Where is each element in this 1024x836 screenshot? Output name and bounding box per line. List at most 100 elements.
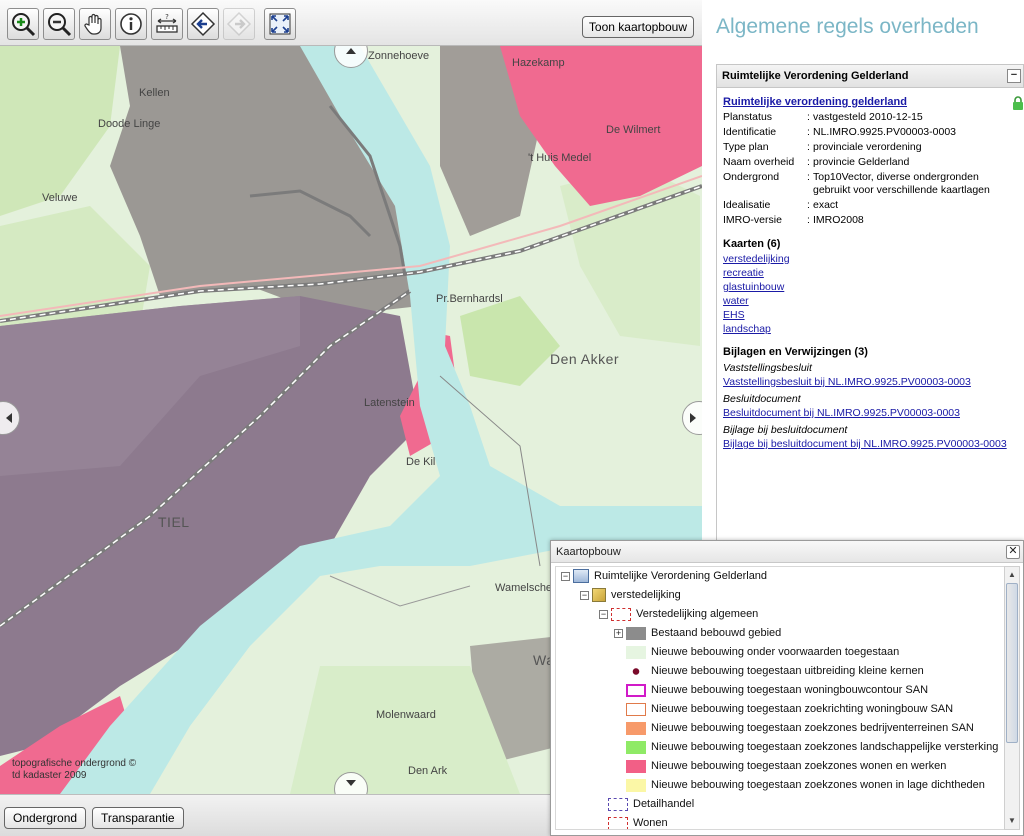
- layer-tree-item[interactable]: Detailhandel: [608, 795, 694, 813]
- layer-tree-item[interactable]: − verstedelijking: [580, 586, 681, 604]
- map-toolbar: ? Toon kaartopbouw: [0, 0, 702, 46]
- kaartopbouw-panel: Kaartopbouw ✕ − Ruimtelijke Verordening G…: [550, 540, 1024, 836]
- metadata-key: Idealisatie: [723, 199, 771, 211]
- metadata-row: Ondergrond: Top10Vector, diverse ondergro…: [723, 170, 1018, 198]
- layer-tree-item[interactable]: − Verstedelijking algemeen: [599, 605, 758, 623]
- bijlage-link[interactable]: Bijlage bij besluitdocument bij NL.IMRO.…: [723, 437, 1018, 451]
- transparantie-button[interactable]: Transparantie: [92, 807, 184, 829]
- previous-extent-button[interactable]: [187, 8, 219, 40]
- info-button[interactable]: [115, 8, 147, 40]
- legend-swatch: [608, 797, 628, 811]
- pan-hand-icon: [84, 13, 102, 35]
- metadata-key: Planstatus: [723, 111, 773, 123]
- layer-label: Nieuwe bebouwing toegestaan uitbreiding …: [651, 665, 924, 677]
- place-label: De Kil: [406, 456, 436, 468]
- scroll-up-icon[interactable]: ▲: [1006, 568, 1018, 582]
- full-extent-button[interactable]: [264, 8, 296, 40]
- layer-tree-item[interactable]: Nieuwe bebouwing toegestaan zoekrichting…: [626, 700, 953, 718]
- layer-tree-item[interactable]: − Ruimtelijke Verordening Gelderland: [561, 567, 767, 585]
- legend-swatch: [626, 664, 646, 678]
- layer-tree-item[interactable]: Nieuwe bebouwing onder voorwaarden toege…: [626, 643, 899, 661]
- metadata-key: Naam overheid: [723, 156, 795, 168]
- layer-tree-item[interactable]: + Bestaand bebouwd gebied: [614, 624, 781, 642]
- zoom-in-button[interactable]: [7, 8, 39, 40]
- layer-label: verstedelijking: [611, 589, 681, 601]
- layer-tree-item[interactable]: Nieuwe bebouwing toegestaan zoekzones be…: [626, 719, 974, 737]
- pan-button[interactable]: [79, 8, 111, 40]
- layer-label: Nieuwe bebouwing toegestaan zoekrichting…: [651, 703, 954, 715]
- kaart-link[interactable]: EHS: [723, 308, 1018, 322]
- kaart-link[interactable]: verstedelijking: [723, 252, 1018, 266]
- plan-panel-body: Ruimtelijke verordening gelderland Plans…: [716, 88, 1024, 548]
- legend-swatch: [626, 778, 646, 792]
- layer-tree-item[interactable]: Wonen: [608, 814, 668, 829]
- arrow-up-icon: [346, 48, 356, 54]
- close-button[interactable]: ✕: [1006, 545, 1020, 559]
- zoom-out-icon: [48, 13, 72, 37]
- place-label: Veluwe: [42, 192, 78, 204]
- layer-label: Nieuwe bebouwing toegestaan zoekzones wo…: [651, 779, 985, 791]
- metadata-key: Identificatie: [723, 126, 777, 138]
- place-label: Den Ark: [408, 765, 448, 777]
- kaart-link[interactable]: landschap: [723, 322, 1018, 336]
- place-label: Wamelsche: [495, 582, 553, 594]
- bijlage-type-label: Vaststellingsbesluit: [723, 362, 812, 374]
- lock-icon: [1013, 96, 1023, 110]
- plan-metadata-table: Planstatus: vastgesteld 2010-12-15 Identif…: [723, 110, 1018, 228]
- legend-swatch: [626, 759, 646, 773]
- plan-layer-icon: [573, 569, 589, 583]
- plan-panel-title: Ruimtelijke Verordening Gelderland: [722, 70, 909, 82]
- layer-tree-item[interactable]: Nieuwe bebouwing toegestaan uitbreiding …: [626, 662, 924, 680]
- layer-label: Ruimtelijke Verordening Gelderland: [594, 570, 768, 582]
- next-extent-button[interactable]: [223, 8, 255, 40]
- metadata-value: IMRO2008: [813, 214, 864, 226]
- collapse-icon[interactable]: −: [599, 609, 608, 619]
- zoom-out-button[interactable]: [43, 8, 75, 40]
- collapse-icon[interactable]: −: [561, 571, 570, 581]
- arrow-right-icon: [690, 413, 696, 423]
- kaart-link[interactable]: glastuinbouw: [723, 280, 1018, 294]
- zoom-in-icon: [12, 13, 36, 37]
- kaartopbouw-header: Kaartopbouw ✕: [551, 541, 1023, 563]
- kaarten-list: verstedelijking recreatie glastuinbouw wate…: [723, 252, 1018, 336]
- toon-kaartopbouw-button[interactable]: Toon kaartopbouw: [581, 16, 694, 38]
- measure-button[interactable]: ?: [151, 8, 183, 40]
- legend-swatch: [608, 816, 628, 829]
- scrollbar[interactable]: ▲ ▼: [1004, 566, 1020, 830]
- layer-tree-item[interactable]: Nieuwe bebouwing toegestaan woningbouwco…: [626, 681, 928, 699]
- layer-label: Nieuwe bebouwing toegestaan woningbouwco…: [651, 684, 929, 696]
- map-copyright: topografische ondergrond © td kadaster 2…: [12, 758, 136, 782]
- app-window: ? Toon kaartopbouw Zonnehoeve Hazekamp K…: [0, 0, 1024, 836]
- bijlage-link[interactable]: Vaststellingsbesluit bij NL.IMRO.9925.PV…: [723, 375, 1018, 389]
- metadata-value: vastgesteld 2010-12-15: [813, 111, 923, 123]
- bijlage-link[interactable]: Besluitdocument bij NL.IMRO.9925.PV00003…: [723, 406, 1018, 420]
- legend-swatch: [626, 721, 646, 735]
- bijlage-type-label: Besluitdocument: [723, 393, 801, 405]
- expand-icon[interactable]: +: [614, 628, 623, 638]
- layer-tree-item[interactable]: Nieuwe bebouwing toegestaan zoekzones wo…: [626, 757, 946, 775]
- ondergrond-button[interactable]: Ondergrond: [4, 807, 87, 829]
- arrow-left-icon: [6, 413, 12, 423]
- layer-tree-item[interactable]: Nieuwe bebouwing toegestaan zoekzones la…: [626, 738, 998, 756]
- plan-link[interactable]: Ruimtelijke verordening gelderland: [723, 96, 907, 108]
- kaart-link[interactable]: recreatie: [723, 266, 1018, 280]
- kaart-link[interactable]: water: [723, 294, 1018, 308]
- scroll-thumb[interactable]: [1006, 583, 1018, 743]
- metadata-value: exact: [813, 199, 839, 211]
- place-label: Molenwaard: [376, 709, 436, 721]
- legend-swatch: [611, 607, 631, 621]
- legend-swatch: [626, 626, 646, 640]
- layer-tree-item[interactable]: Nieuwe bebouwing toegestaan zoekzones wo…: [626, 776, 985, 794]
- full-extent-icon: [269, 13, 291, 35]
- legend-swatch: [626, 702, 646, 716]
- bijlagen-heading: Bijlagen en Verwijzingen (3): [723, 346, 868, 358]
- legend-swatch: [626, 740, 646, 754]
- next-extent-icon: [226, 11, 252, 37]
- scroll-down-icon[interactable]: ▼: [1006, 814, 1018, 828]
- metadata-row: Identificatie: NL.IMRO.9925.PV00003-0003: [723, 125, 1018, 140]
- collapse-icon[interactable]: −: [580, 590, 589, 600]
- place-label: Pr.Bernhardsl: [436, 293, 503, 305]
- copyright-line: topografische ondergrond ©: [12, 758, 137, 769]
- place-label: 't Huis Medel: [528, 152, 592, 164]
- collapse-button[interactable]: −: [1007, 69, 1021, 83]
